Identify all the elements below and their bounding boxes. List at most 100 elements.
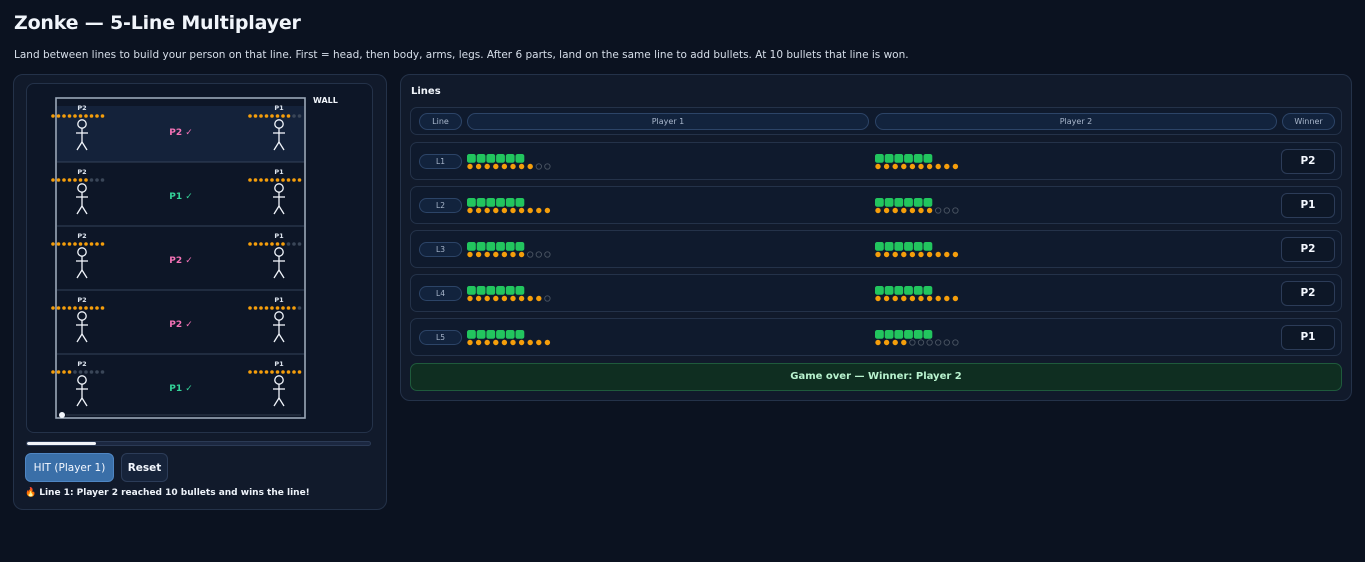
p2-bullet — [100, 370, 105, 374]
p2-bullet — [95, 178, 99, 182]
p1-bullet — [292, 178, 296, 182]
body-part-square — [904, 330, 913, 339]
bullet-dot — [535, 163, 542, 170]
p1-progress — [467, 330, 551, 346]
p2-bullet — [84, 114, 88, 118]
bullet-dot — [917, 339, 925, 346]
game-board[interactable]: WALL P2 P1 P2 ✓ P2 P1 P1 ✓ P2 P1 P2 ✓ P2 P1 P2 ✓ P2 P1… — [26, 83, 373, 433]
bullet-dot — [467, 251, 473, 258]
p1-bullet — [248, 306, 252, 310]
p2-bullet — [56, 242, 61, 246]
p1-bullet — [253, 114, 258, 118]
bullet-dot — [536, 339, 542, 346]
reset-button[interactable]: Reset — [121, 453, 168, 482]
bullet-dot — [926, 207, 933, 214]
bullet-dot — [467, 163, 473, 170]
bullet-dot — [944, 295, 950, 302]
bullet-dot — [510, 339, 516, 346]
bullet-dot — [467, 207, 473, 214]
body-part-square — [894, 286, 904, 295]
p2-bullet — [100, 114, 105, 118]
body-part-square — [894, 198, 904, 207]
bullet-dot — [544, 295, 551, 302]
p2-bullet — [78, 114, 83, 118]
p2-bullet — [100, 178, 105, 182]
bullet-dot — [501, 339, 508, 346]
line-label: L4 — [419, 286, 462, 301]
p1-bullet — [253, 370, 258, 374]
p1-bullet — [264, 178, 269, 182]
wall-label: WALL — [313, 96, 338, 105]
stick-figure — [273, 183, 285, 215]
p1-bullet — [286, 242, 291, 246]
p2-bullet — [67, 114, 72, 118]
bullet-dot — [527, 339, 533, 346]
p2-progress — [875, 154, 959, 170]
body-part-square — [913, 242, 923, 251]
body-part-square — [496, 330, 505, 339]
p2-label: P2 — [77, 232, 86, 240]
bullet-dot — [536, 295, 542, 302]
body-part-square — [913, 286, 923, 295]
bullet-dot — [944, 251, 950, 258]
body-part-square — [884, 154, 894, 163]
body-part-square — [486, 330, 496, 339]
line-label: L5 — [419, 330, 462, 345]
winner-badge: P2 — [1281, 237, 1335, 262]
p2-bullet — [89, 370, 94, 374]
body-part-square — [904, 198, 913, 207]
p2-bullet — [51, 114, 55, 118]
p1-bullet — [281, 306, 285, 310]
body-part-square — [884, 198, 894, 207]
body-part-square — [875, 154, 884, 163]
p1-bullet — [270, 370, 274, 374]
p2-bullet — [95, 370, 99, 374]
lines-heading: Lines — [411, 86, 441, 97]
p1-bullet — [286, 306, 291, 310]
bullet-dot — [943, 207, 950, 214]
hit-button[interactable]: HIT (Player 1) — [25, 453, 114, 482]
p2-bullet — [51, 242, 55, 246]
body-part-square — [923, 330, 933, 339]
p2-progress — [875, 198, 959, 214]
bullet-dot — [527, 251, 534, 258]
bullet-dot — [501, 295, 508, 302]
stick-figure — [273, 247, 285, 279]
body-part-square — [875, 198, 884, 207]
bullet-dot — [892, 295, 898, 302]
bullet-dot — [467, 339, 473, 346]
body-part-square — [515, 242, 525, 251]
bullet-dot — [909, 339, 916, 346]
bullet-dot — [909, 251, 916, 258]
bullet-dot — [935, 163, 941, 170]
body-part-square — [913, 330, 923, 339]
p2-bullet — [62, 306, 66, 310]
board-canvas[interactable]: WALL P2 P1 P2 ✓ P2 P1 P1 ✓ P2 P1 P2 ✓ P2 P1 P2 ✓ P2 P1… — [27, 84, 374, 434]
bullet-dot — [918, 295, 924, 302]
bullet-dot — [544, 207, 551, 214]
bullet-dot — [527, 295, 533, 302]
table-row: L1 P2 — [410, 142, 1342, 180]
body-part-square — [904, 154, 913, 163]
p2-progress — [875, 286, 959, 302]
p1-bullet — [297, 370, 302, 374]
bullet-dot — [935, 295, 941, 302]
bullet-dot — [493, 295, 499, 302]
lines-table-header: Line Player 1 Player 2 Winner — [410, 107, 1342, 135]
bullet-dot — [475, 251, 482, 258]
p1-bullet — [275, 178, 280, 182]
bullet-dot — [475, 163, 482, 170]
stick-figure — [76, 247, 88, 279]
bullet-dot — [518, 295, 525, 302]
bullet-dot — [510, 163, 516, 170]
bullet-dot — [883, 251, 890, 258]
p1-bullet — [259, 306, 263, 310]
status-message: 🔥 Line 1: Player 2 reached 10 bullets and… — [25, 488, 310, 498]
p2-bullet — [51, 178, 55, 182]
p2-bullet — [56, 370, 61, 374]
p1-bullet — [281, 370, 285, 374]
stick-figure — [76, 311, 88, 343]
p2-bullet — [67, 306, 72, 310]
bullet-dot — [501, 163, 508, 170]
bullet-dot — [901, 339, 907, 346]
